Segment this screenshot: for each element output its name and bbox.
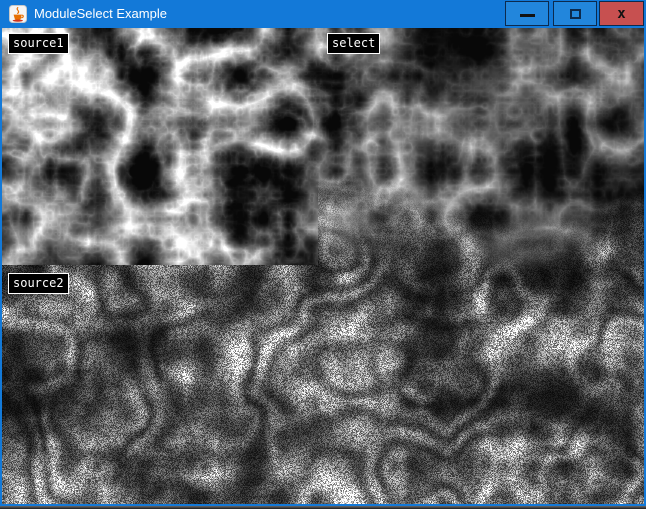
maximize-button[interactable] [553,1,597,26]
source1-image [2,28,318,265]
app-window: ModuleSelect Example x source1 select so… [0,0,646,509]
java-cup-icon [9,5,27,23]
close-button[interactable]: x [599,1,644,26]
render-viewport: source1 select source2 [2,28,644,504]
close-icon: x [617,7,625,21]
maximize-icon [570,9,581,19]
minimize-icon [520,14,535,17]
titlebar[interactable]: ModuleSelect Example x [0,0,646,28]
source1-label: source1 [8,33,69,54]
minimize-button[interactable] [505,1,549,26]
source2-label: source2 [8,273,69,294]
select-label: select [327,33,380,54]
window-title: ModuleSelect Example [34,0,167,28]
